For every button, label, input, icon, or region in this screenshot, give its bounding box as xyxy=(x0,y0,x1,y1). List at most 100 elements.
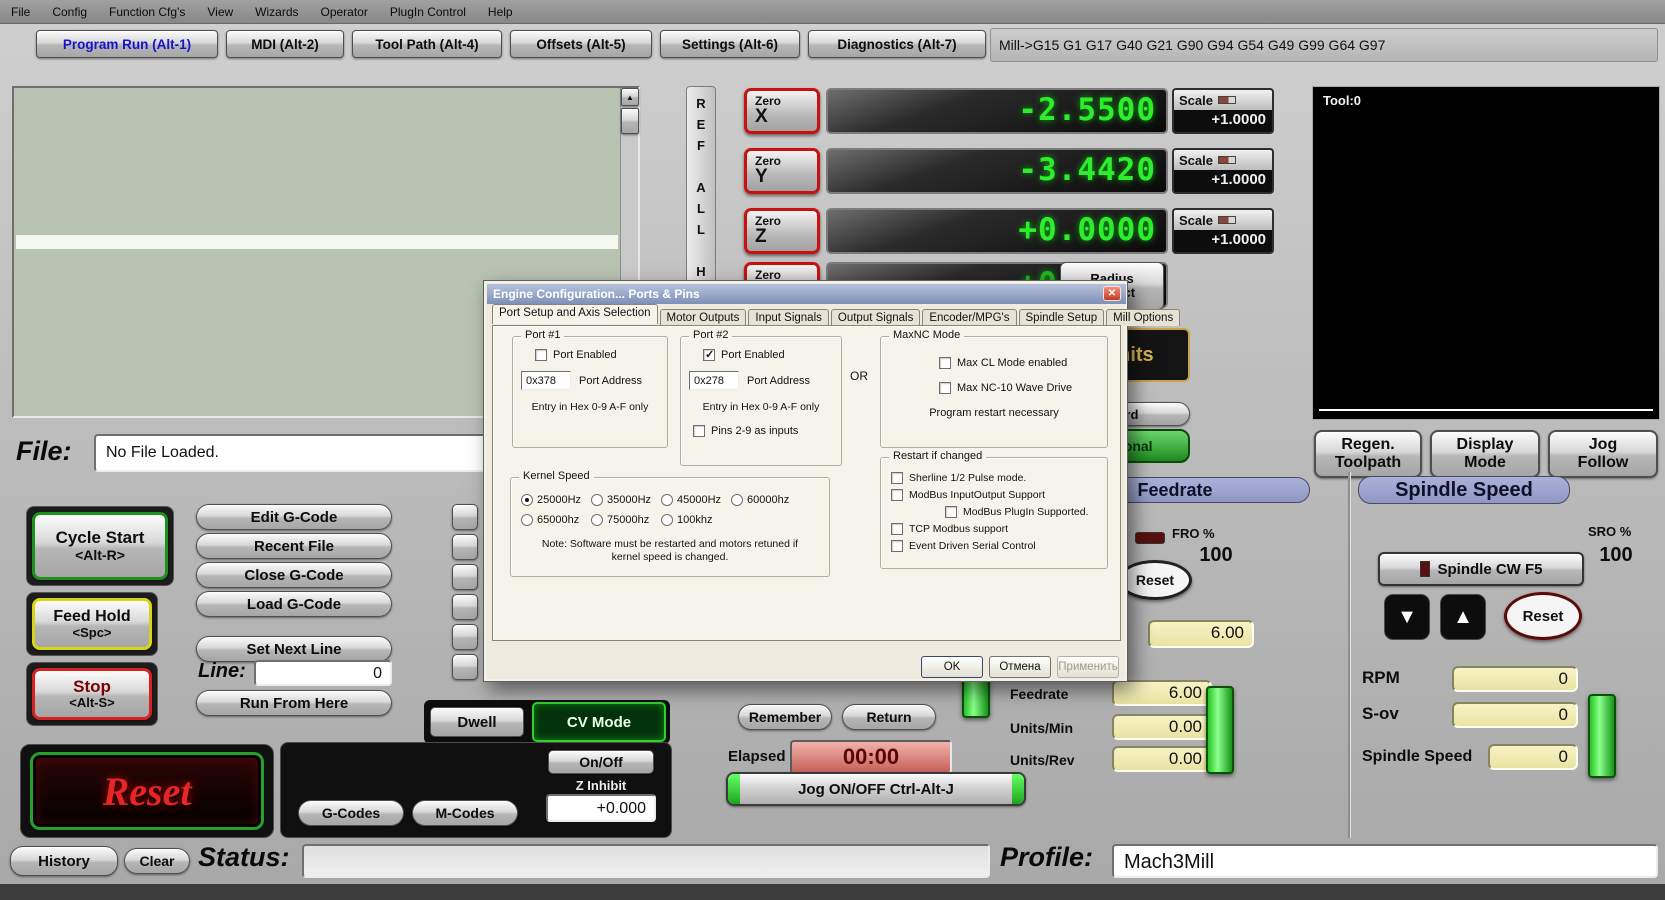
scale-x-value[interactable]: +1.0000 xyxy=(1174,110,1272,130)
port2-enabled-checkbox[interactable] xyxy=(703,349,715,361)
aux-button-3[interactable] xyxy=(452,564,478,590)
modbus-plugin-checkbox[interactable] xyxy=(945,506,957,518)
aux-button-5[interactable] xyxy=(452,624,478,650)
aux-button-4[interactable] xyxy=(452,594,478,620)
units-rev-display[interactable]: 0.00 xyxy=(1112,746,1212,772)
jog-toggle-button[interactable]: Jog ON/OFF Ctrl-Alt-J xyxy=(726,772,1026,806)
scale-z-value[interactable]: +1.0000 xyxy=(1174,230,1272,250)
reset-button[interactable]: Reset xyxy=(30,752,264,830)
tab-mdi[interactable]: MDI (Alt-2) xyxy=(226,30,344,58)
dialog-tab-input-signals[interactable]: Input Signals xyxy=(748,309,829,326)
fro-percent[interactable]: 100 xyxy=(1188,544,1244,567)
history-button[interactable]: History xyxy=(10,846,118,876)
spindle-reset-button[interactable]: Reset xyxy=(1504,592,1582,640)
kernel-25000-radio[interactable] xyxy=(521,494,533,506)
max-nc10-checkbox[interactable] xyxy=(939,382,951,394)
kernel-75000-radio[interactable] xyxy=(591,514,603,526)
zero-z-button[interactable]: Zero Z xyxy=(744,208,820,254)
aux-button-2[interactable] xyxy=(452,534,478,560)
rpm-display[interactable]: 0 xyxy=(1452,666,1578,692)
spindle-cw-button[interactable]: Spindle CW F5 xyxy=(1378,552,1584,586)
jog-follow-button[interactable]: Jog Follow xyxy=(1548,430,1658,478)
units-min-display[interactable]: 0.00 xyxy=(1112,714,1212,740)
recent-file-button[interactable]: Recent File xyxy=(196,533,392,559)
aux-button-1[interactable] xyxy=(452,504,478,530)
load-gcode-button[interactable]: Load G-Code xyxy=(196,591,392,617)
dro-z[interactable]: +0.0000 xyxy=(826,208,1168,254)
menu-file[interactable]: File xyxy=(0,0,41,23)
dialog-tab-output-signals[interactable]: Output Signals xyxy=(830,309,921,326)
spindle-down-button[interactable]: ▼ xyxy=(1384,594,1430,640)
display-mode-button[interactable]: Display Mode xyxy=(1430,430,1540,478)
dialog-title-bar[interactable]: Engine Configuration... Ports & Pins xyxy=(487,284,1126,304)
tcp-modbus-checkbox[interactable] xyxy=(891,523,903,535)
scroll-up-button[interactable]: ▲ xyxy=(621,88,639,106)
kernel-35000-radio[interactable] xyxy=(591,494,603,506)
scrollbar-thumb[interactable] xyxy=(621,108,639,134)
cv-mode-indicator[interactable]: CV Mode xyxy=(532,702,666,742)
regen-toolpath-button[interactable]: Regen. Toolpath xyxy=(1314,430,1422,478)
kernel-100khz-radio[interactable] xyxy=(661,514,673,526)
dro-x[interactable]: -2.5500 xyxy=(826,88,1168,134)
stop-button[interactable]: Stop <Alt-S> xyxy=(32,668,152,720)
tab-offsets[interactable]: Offsets (Alt-5) xyxy=(510,30,652,58)
feedrate-slider[interactable] xyxy=(1206,686,1234,774)
sro-percent[interactable]: 100 xyxy=(1588,544,1644,567)
kernel-65000-radio[interactable] xyxy=(521,514,533,526)
cycle-start-button[interactable]: Cycle Start <Alt-R> xyxy=(32,512,168,580)
menu-plugin-control[interactable]: PlugIn Control xyxy=(379,0,477,23)
kernel-60000-radio[interactable] xyxy=(731,494,743,506)
mcodes-button[interactable]: M-Codes xyxy=(412,800,518,826)
port1-enabled-checkbox[interactable] xyxy=(535,349,547,361)
sherline-checkbox[interactable] xyxy=(891,472,903,484)
dialog-cancel-button[interactable]: Отмена xyxy=(989,656,1051,678)
sov-display[interactable]: 0 xyxy=(1452,702,1578,728)
menu-help[interactable]: Help xyxy=(477,0,524,23)
close-gcode-button[interactable]: Close G-Code xyxy=(196,562,392,588)
modbus-io-checkbox[interactable] xyxy=(891,489,903,501)
feedrate-reset-button[interactable]: Reset xyxy=(1118,560,1192,600)
dialog-tab-spindle-setup[interactable]: Spindle Setup xyxy=(1018,309,1105,326)
clear-button[interactable]: Clear xyxy=(124,848,190,874)
port1-address-input[interactable]: 0x378 xyxy=(521,371,571,390)
set-next-line-button[interactable]: Set Next Line xyxy=(196,636,392,662)
pins-2-9-checkbox[interactable] xyxy=(693,425,705,437)
dialog-tab-encoder-mpgs[interactable]: Encoder/MPG's xyxy=(922,309,1017,326)
dialog-ok-button[interactable]: OK xyxy=(921,656,983,678)
dialog-tab-port-setup[interactable]: Port Setup and Axis Selection xyxy=(492,304,658,324)
fro-value-display[interactable]: 6.00 xyxy=(1148,620,1254,648)
max-cl-checkbox[interactable] xyxy=(939,357,951,369)
toolpath-display[interactable]: Tool:0 xyxy=(1312,86,1660,420)
line-field[interactable]: 0 xyxy=(254,660,392,686)
tab-tool-path[interactable]: Tool Path (Alt-4) xyxy=(352,30,502,58)
menu-view[interactable]: View xyxy=(196,0,244,23)
zero-x-button[interactable]: Zero X xyxy=(744,88,820,134)
menu-function-cfgs[interactable]: Function Cfg's xyxy=(98,0,196,23)
feed-hold-button[interactable]: Feed Hold <Spc> xyxy=(32,598,152,650)
dialog-tab-motor-outputs[interactable]: Motor Outputs xyxy=(659,309,747,326)
zero-y-button[interactable]: Zero Y xyxy=(744,148,820,194)
kernel-45000-radio[interactable] xyxy=(661,494,673,506)
remember-button[interactable]: Remember xyxy=(738,704,832,730)
feedrate-value-display[interactable]: 6.00 xyxy=(1112,680,1212,706)
dialog-close-button[interactable]: ✕ xyxy=(1103,286,1121,301)
run-from-here-button[interactable]: Run From Here xyxy=(196,690,392,716)
dialog-tab-mill-options[interactable]: Mill Options xyxy=(1106,309,1181,326)
edit-gcode-button[interactable]: Edit G-Code xyxy=(196,504,392,530)
scale-y-value[interactable]: +1.0000 xyxy=(1174,170,1272,190)
menu-operator[interactable]: Operator xyxy=(310,0,379,23)
menu-wizards[interactable]: Wizards xyxy=(244,0,309,23)
tab-program-run[interactable]: Program Run (Alt-1) xyxy=(36,30,218,58)
spindle-speed-display[interactable]: 0 xyxy=(1488,744,1578,770)
spindle-up-button[interactable]: ▲ xyxy=(1440,594,1486,640)
tab-diagnostics[interactable]: Diagnostics (Alt-7) xyxy=(808,30,986,58)
dwell-button[interactable]: Dwell xyxy=(430,707,524,737)
dro-y[interactable]: -3.4420 xyxy=(826,148,1168,194)
tab-settings[interactable]: Settings (Alt-6) xyxy=(660,30,800,58)
event-serial-checkbox[interactable] xyxy=(891,540,903,552)
menu-config[interactable]: Config xyxy=(41,0,98,23)
z-inhibit-value[interactable]: +0.000 xyxy=(546,794,656,822)
port2-address-input[interactable]: 0x278 xyxy=(689,371,739,390)
aux-button-6[interactable] xyxy=(452,654,478,680)
gcodes-button[interactable]: G-Codes xyxy=(298,800,404,826)
